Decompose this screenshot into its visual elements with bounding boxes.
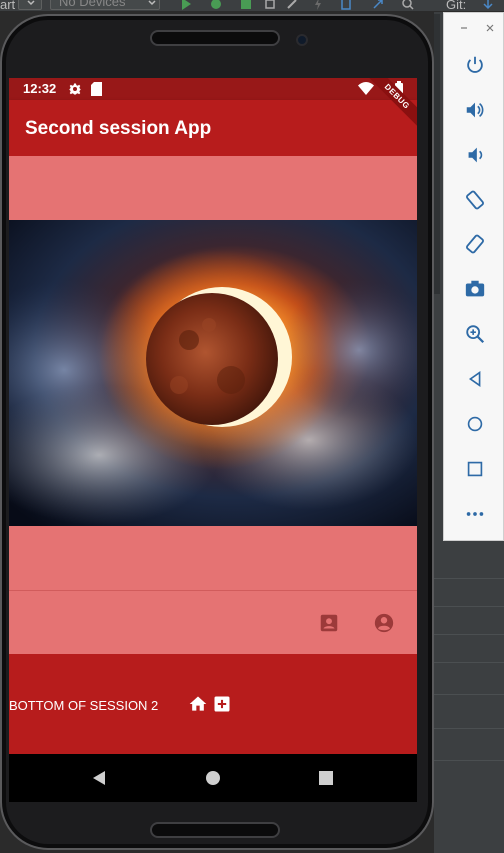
eclipse-image [9, 220, 417, 526]
bottom-speaker [150, 822, 280, 838]
back-icon[interactable] [464, 368, 486, 390]
status-time: 12:32 [23, 81, 57, 96]
profile-icon[interactable] [240, 0, 252, 10]
rotate-left-icon[interactable] [464, 189, 486, 211]
top-container [9, 156, 417, 220]
device-screen: 12:32 Second session App DEBUG BOTTOM OF… [9, 78, 417, 754]
home-icon[interactable] [205, 770, 221, 786]
middle-container [9, 526, 417, 590]
run-config-combo[interactable] [18, 0, 42, 10]
settings-icon [69, 83, 81, 95]
rotate-right-icon[interactable] [464, 233, 486, 255]
emulator-toolbar [443, 12, 504, 541]
back-icon[interactable] [91, 770, 107, 786]
device-manager-icon[interactable] [340, 0, 352, 10]
sd-card-icon [91, 82, 102, 96]
overview-icon[interactable] [464, 458, 486, 480]
volume-down-icon[interactable] [464, 144, 486, 166]
run-icon[interactable] [180, 0, 192, 10]
status-bar: 12:32 [9, 78, 417, 100]
bottom-bar-label: BOTTOM OF SESSION 2 [9, 698, 159, 713]
recents-icon[interactable] [318, 770, 334, 786]
git-update-icon[interactable] [482, 0, 494, 10]
bottom-bar: BOTTOM OF SESSION 2 [9, 654, 417, 754]
icons-row-container [9, 591, 417, 654]
page-title: Second session App [25, 118, 212, 139]
home-icon[interactable] [188, 694, 208, 714]
chevron-down-icon [27, 0, 35, 6]
device-selector-label: No Devices [59, 0, 126, 9]
chevron-down-icon [148, 0, 156, 6]
debug-icon[interactable] [210, 0, 222, 10]
camera-icon[interactable] [464, 278, 486, 300]
search-icon[interactable] [402, 0, 414, 10]
volume-up-icon[interactable] [464, 99, 486, 121]
git-label: Git: [446, 0, 467, 12]
device-selector[interactable]: No Devices [50, 0, 160, 10]
flash-icon[interactable] [312, 0, 324, 10]
power-icon[interactable] [464, 54, 486, 76]
apply-changes-icon[interactable] [286, 0, 298, 10]
app-bar: Second session App [9, 100, 417, 156]
account-circle-icon[interactable] [373, 612, 395, 634]
minimize-icon[interactable] [459, 23, 469, 33]
contact-card-icon[interactable] [318, 612, 340, 634]
zoom-icon[interactable] [464, 323, 486, 345]
more-icon[interactable] [464, 503, 486, 525]
ide-toolbar: art No Devices Git: [0, 0, 504, 12]
run-config-fragment[interactable]: art [0, 0, 15, 12]
close-icon[interactable] [485, 23, 495, 33]
front-camera [296, 34, 308, 46]
wifi-icon [358, 82, 374, 95]
attach-icon[interactable] [264, 0, 276, 10]
add-box-icon[interactable] [212, 694, 232, 714]
sdk-manager-icon[interactable] [372, 0, 384, 10]
top-speaker [150, 30, 280, 46]
home-icon[interactable] [464, 413, 486, 435]
system-nav-bar [9, 754, 417, 802]
